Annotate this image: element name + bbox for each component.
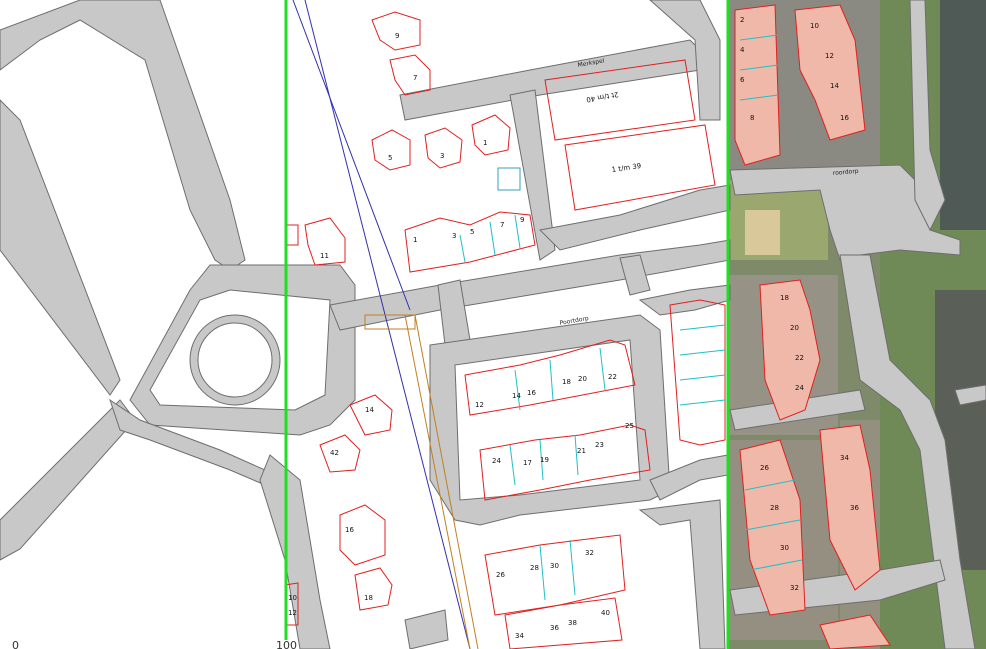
house-number: 34 (515, 632, 524, 640)
house-number: 9 (395, 32, 399, 40)
house-number: 20 (578, 375, 587, 383)
scale-label-start: 0 (12, 639, 19, 649)
house-number: 14 (365, 406, 374, 414)
house-number: 2 (740, 16, 744, 24)
house-number: 28 (770, 504, 779, 512)
map-canvas[interactable]: Merkspel Poortdorp roordorp 2t t/m 40 1 … (0, 0, 986, 649)
house-number: 5 (388, 154, 392, 162)
house-number: 12 (825, 52, 834, 60)
house-number: 8 (750, 114, 754, 122)
house-number: 1 (483, 139, 487, 147)
house-number: 6 (740, 76, 745, 84)
house-number: 24 (492, 457, 501, 465)
house-number: 26 (496, 571, 505, 579)
house-number: 36 (550, 624, 559, 632)
map-svg: Merkspel Poortdorp roordorp 2t t/m 40 1 … (0, 0, 986, 649)
house-number: 1 (413, 236, 417, 244)
house-number: 40 (601, 609, 610, 617)
house-number: 10 (810, 22, 819, 30)
house-number: 32 (790, 584, 799, 592)
house-number: 5 (470, 228, 474, 236)
house-number: 3 (440, 152, 444, 160)
house-number: 9 (520, 216, 524, 224)
house-number: 20 (790, 324, 799, 332)
house-number: 11 (320, 252, 329, 260)
house-number: 14 (512, 392, 521, 400)
house-number: 7 (500, 221, 504, 229)
complex-label: 1 t/m 39 (611, 162, 642, 174)
house-number: 12 (288, 609, 297, 617)
house-number: 22 (608, 373, 617, 381)
house-number: 17 (523, 459, 532, 467)
house-number: 18 (562, 378, 571, 386)
house-number: 21 (577, 447, 586, 455)
house-number: 38 (568, 619, 577, 627)
house-number: 25 (625, 422, 634, 430)
house-number: 19 (540, 456, 549, 464)
house-number: 30 (550, 562, 559, 570)
house-number: 12 (475, 401, 484, 409)
house-number: 10 (288, 594, 297, 602)
house-number: 4 (740, 46, 745, 54)
scale-label-end: 100 (276, 639, 297, 649)
house-number: 16 (840, 114, 849, 122)
house-number: 30 (780, 544, 789, 552)
house-number: 32 (585, 549, 594, 557)
scale-bar: 0 100 (12, 639, 297, 649)
house-number: 3 (452, 232, 456, 240)
complex-label: 2t t/m 40 (586, 90, 619, 104)
house-number: 16 (527, 389, 536, 397)
house-number: 18 (780, 294, 789, 302)
house-number: 22 (795, 354, 804, 362)
house-number: 26 (760, 464, 769, 472)
house-number: 34 (840, 454, 849, 462)
house-number: 16 (345, 526, 354, 534)
house-number: 23 (595, 441, 604, 449)
house-number: 42 (330, 449, 339, 457)
house-number: 24 (795, 384, 804, 392)
house-number: 28 (530, 564, 539, 572)
house-number: 36 (850, 504, 859, 512)
house-number: 7 (413, 74, 417, 82)
house-number: 14 (830, 82, 839, 90)
house-number: 18 (364, 594, 373, 602)
